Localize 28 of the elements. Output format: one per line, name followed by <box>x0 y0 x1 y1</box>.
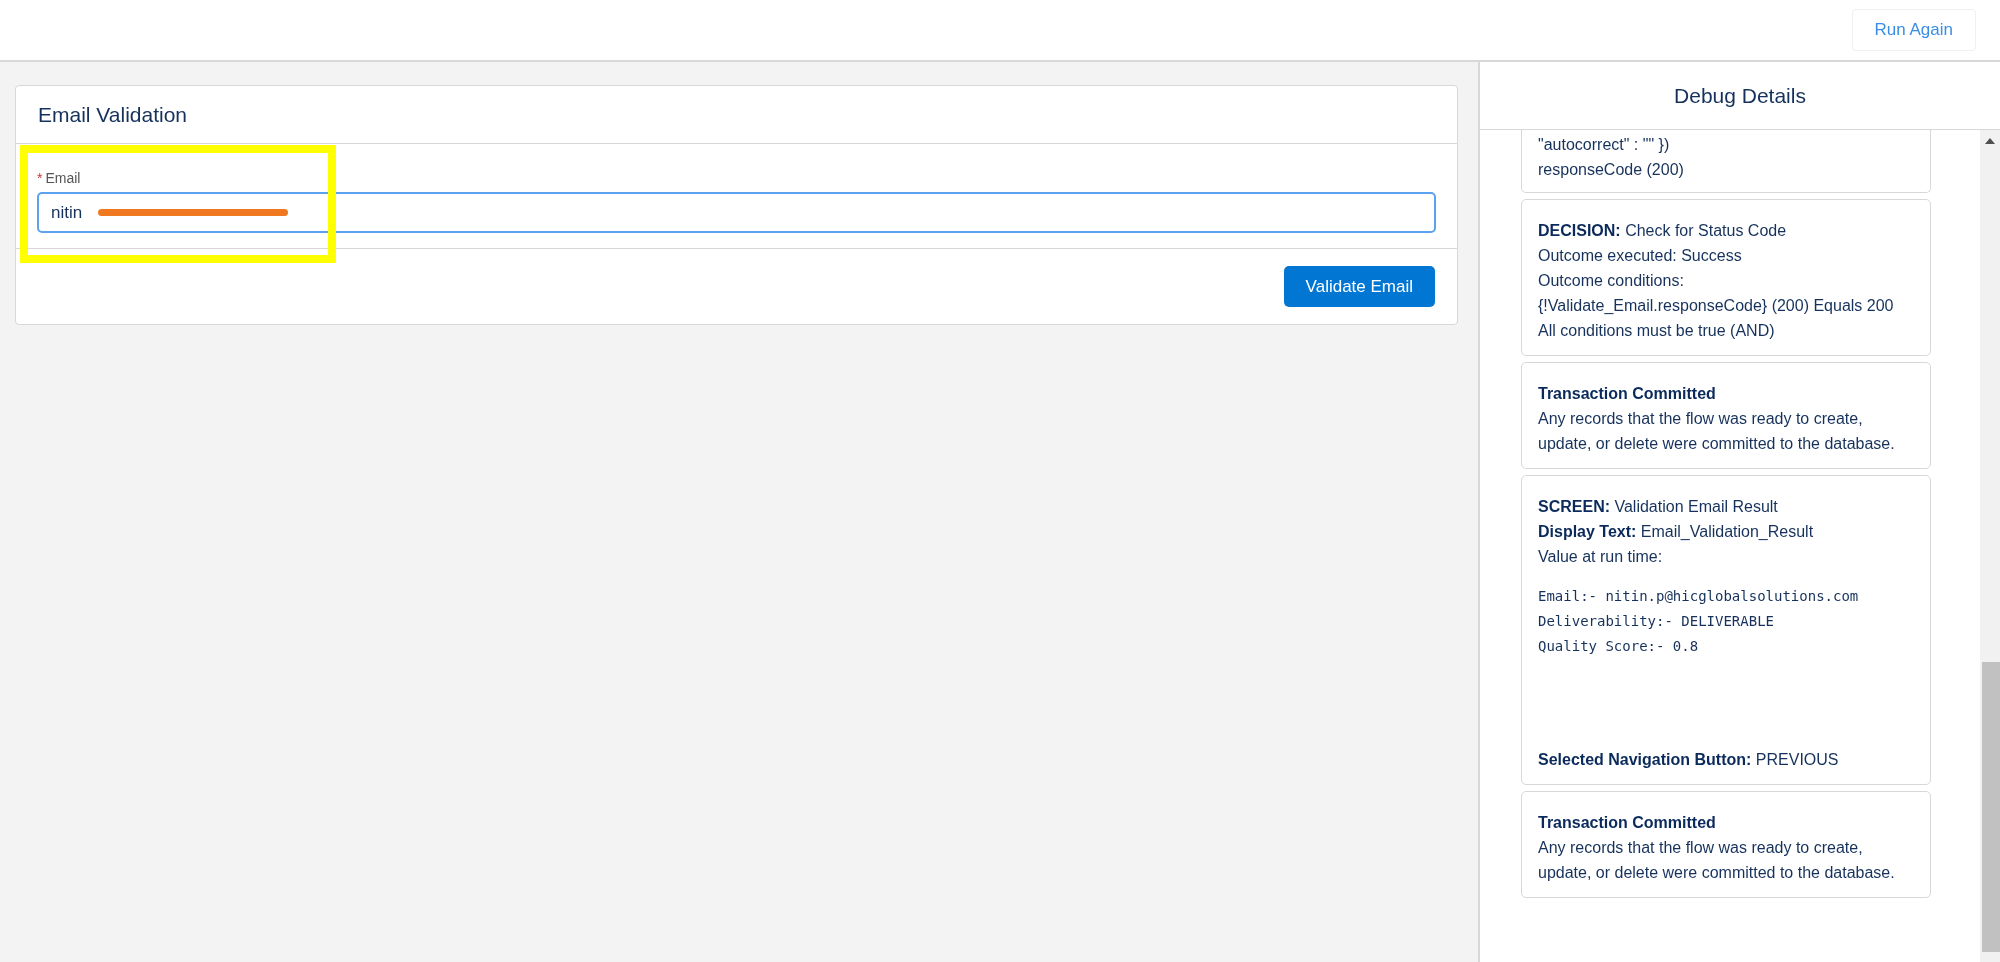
validate-email-button[interactable]: Validate Email <box>1283 266 1435 307</box>
detail-line: Value at run time: <box>1538 547 1664 567</box>
scrollbar[interactable] <box>1980 130 2000 962</box>
detail-line: Any records that the flow was ready to create, update, or delete were committed to the database. <box>1538 838 1896 883</box>
detail-line: Outcome executed: Success <box>1538 246 1743 266</box>
detail-line: All conditions must be true (AND) <box>1538 321 1776 341</box>
card-heading: Transaction Committed <box>1538 384 1717 404</box>
form-title: Email Validation <box>38 101 188 128</box>
run-again-button[interactable]: Run Again <box>1851 9 1976 51</box>
detail-line: SCREEN: Validation Email Result <box>1538 497 1779 517</box>
detail-line: Outcome conditions: <box>1538 271 1685 291</box>
scroll-thumb[interactable] <box>1982 662 2000 952</box>
scroll-up-icon[interactable] <box>1985 138 1995 144</box>
value-line: Email:- nitin.p@hicglobalsolutions.com <box>1538 587 1860 606</box>
detail-line: {!Validate_Email.responseCode} (200) Equals 200 <box>1538 296 1895 316</box>
panel-title: Debug Details <box>1674 82 1806 109</box>
detail-line: "autocorrect" : "" }) <box>1538 135 1671 155</box>
value-line: Quality Score:- 0.8 <box>1538 637 1700 656</box>
card-heading: Transaction Committed <box>1538 813 1717 833</box>
detail-line: Display Text: Email_Validation_Result <box>1538 522 1815 542</box>
detail-line: Any records that the flow was ready to create, update, or delete were committed to the database. <box>1538 409 1896 454</box>
email-field[interactable]: nitin <box>37 192 1436 233</box>
value-line: Deliverability:- DELIVERABLE <box>1538 612 1775 631</box>
detail-line: DECISION: Check for Status Code <box>1538 221 1788 241</box>
field-label: Email <box>45 169 81 188</box>
required-asterisk: * <box>37 169 43 188</box>
navigation-line: Selected Navigation Button: PREVIOUS <box>1538 750 1840 770</box>
detail-line: responseCode (200) <box>1538 160 1685 180</box>
